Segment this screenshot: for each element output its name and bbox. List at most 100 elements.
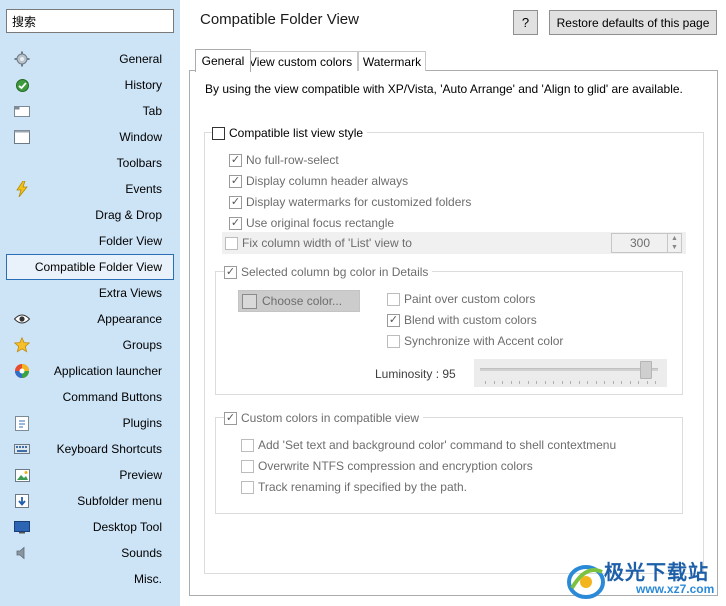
compatible-list-view-style-checkbox[interactable]: Compatible list view style [212,125,368,141]
choose-color-button[interactable]: Choose color... [238,290,360,312]
logo-text: 极光下载站 [604,560,709,584]
sidebar: General History Tab Window Toolbars [0,0,180,606]
sidebar-item-desktop-tool[interactable]: Desktop Tool [0,514,180,540]
checkbox-label: Selected column bg color in Details [241,265,429,279]
checkbox-label: No full-row-select [246,153,339,167]
slider-tick [629,381,631,384]
chevron-down-icon[interactable]: ▼ [671,243,678,252]
history-icon [14,78,30,92]
search-input[interactable] [6,9,174,33]
add-set-text-color-command-checkbox[interactable]: Add 'Set text and background color' comm… [241,437,616,453]
checkbox-label: Track renaming if specified by the path. [258,480,467,494]
sidebar-item-label: Tab [142,104,162,118]
sidebar-item-history[interactable]: History [0,72,180,98]
display-column-header-checkbox[interactable]: ✓ Display column header always [229,173,408,189]
sidebar-item-command-buttons[interactable]: Command Buttons [0,384,180,410]
logo-mark-icon [567,565,605,599]
sidebar-item-groups[interactable]: Groups [0,332,180,358]
tab-watermark[interactable]: Watermark [358,51,426,71]
lightning-icon [14,181,30,197]
checkbox-box [241,480,254,494]
original-focus-rectangle-checkbox[interactable]: ✓ Use original focus rectangle [229,215,394,231]
plugin-icon [14,415,30,431]
sidebar-item-label: Window [119,130,162,144]
chevron-up-icon[interactable]: ▲ [671,234,678,243]
column-width-stepper[interactable]: 300 ▲ ▼ [611,233,682,253]
checkmark-icon: ✓ [388,313,399,326]
sidebar-item-appearance[interactable]: Appearance [0,306,180,332]
sidebar-item-extra-views[interactable]: Extra Views [0,280,180,306]
sidebar-item-folder-view[interactable]: Folder View [0,228,180,254]
tab-view-custom-colors[interactable]: View custom colors [243,51,358,71]
sidebar-item-application-launcher[interactable]: Application launcher [0,358,180,384]
sidebar-item-compatible-folder-view[interactable]: Compatible Folder View [6,254,174,280]
custom-colors-checkbox[interactable]: ✓ Custom colors in compatible view [224,410,424,426]
luminosity-slider[interactable] [474,359,667,387]
track-renaming-checkbox[interactable]: Track renaming if specified by the path. [241,479,467,495]
sidebar-item-plugins[interactable]: Plugins [0,410,180,436]
sidebar-nav: General History Tab Window Toolbars Even… [0,46,180,592]
paint-over-custom-colors-checkbox[interactable]: Paint over custom colors [387,291,535,307]
slider-tick [536,381,537,384]
sidebar-item-sounds[interactable]: Sounds [0,540,180,566]
sidebar-item-label: Sounds [121,546,162,560]
sidebar-item-events[interactable]: Events [0,176,180,202]
slider-tick [519,381,520,384]
sidebar-item-tab[interactable]: Tab [0,98,180,124]
tab-general[interactable]: General [195,49,251,72]
help-button[interactable]: ? [513,10,538,35]
description-text: By using the view compatible with XP/Vis… [205,82,683,96]
no-full-row-select-checkbox[interactable]: ✓ No full-row-select [229,152,339,168]
monitor-icon [14,520,30,534]
eye-icon [14,312,30,326]
overwrite-ntfs-colors-checkbox[interactable]: Overwrite NTFS compression and encryptio… [241,458,533,474]
fix-column-width-checkbox[interactable]: Fix column width of 'List' view to [225,235,412,251]
sync-accent-color-checkbox[interactable]: Synchronize with Accent color [387,333,563,349]
slider-track [480,368,658,371]
checkbox-box [241,459,254,473]
checkbox-label: Display column header always [246,174,409,188]
restore-defaults-button[interactable]: Restore defaults of this page [549,10,717,35]
sidebar-item-keyboard-shortcuts[interactable]: Keyboard Shortcuts [0,436,180,462]
checkbox-box [241,438,254,452]
sidebar-item-toolbars[interactable]: Toolbars [0,150,180,176]
sidebar-item-label: Appearance [97,312,162,326]
sidebar-item-label: Compatible Folder View [34,260,162,274]
stepper-arrows[interactable]: ▲ ▼ [667,234,681,252]
checkmark-icon: ✓ [230,216,241,229]
page-title: Compatible Folder View [200,11,359,28]
column-width-value: 300 [630,236,651,250]
sidebar-item-misc[interactable]: Misc. [0,566,180,592]
slider-thumb[interactable] [639,361,652,379]
sidebar-item-label: Extra Views [98,286,162,300]
sidebar-item-label: Application launcher [53,364,162,378]
checkbox-label: Paint over custom colors [404,292,536,306]
checkbox-label: Custom colors in compatible view [241,411,420,425]
checkbox-box: ✓ [229,216,242,230]
checkbox-label: Synchronize with Accent color [404,334,564,348]
sidebar-item-label: Toolbars [116,156,162,170]
blend-custom-colors-checkbox[interactable]: ✓ Blend with custom colors [387,312,537,328]
checkbox-box: ✓ [229,174,242,188]
slider-tick [587,381,588,384]
sidebar-item-label: Groups [122,338,162,352]
sidebar-item-general[interactable]: General [0,46,180,72]
checkbox-box [225,236,238,250]
slider-tick [527,381,529,384]
sidebar-item-label: Keyboard Shortcuts [56,442,162,456]
slider-tick [595,381,597,384]
launcher-icon [14,364,30,378]
checkbox-box [387,334,400,348]
slider-tick [485,381,486,384]
sidebar-item-preview[interactable]: Preview [0,462,180,488]
selected-column-bg-checkbox[interactable]: ✓ Selected column bg color in Details [224,264,433,280]
checkbox-label: Overwrite NTFS compression and encryptio… [258,459,533,473]
sidebar-item-subfolder-menu[interactable]: Subfolder menu [0,488,180,514]
display-watermarks-checkbox[interactable]: ✓ Display watermarks for customized fold… [229,194,471,210]
sidebar-item-drag-drop[interactable]: Drag & Drop [0,202,180,228]
watermark-logo: 极光下载站 www.xz7.com [566,556,722,604]
checkmark-icon: ✓ [225,265,236,278]
checkbox-label: Compatible list view style [229,126,364,140]
checkmark-icon: ✓ [230,174,241,187]
sidebar-item-window[interactable]: Window [0,124,180,150]
